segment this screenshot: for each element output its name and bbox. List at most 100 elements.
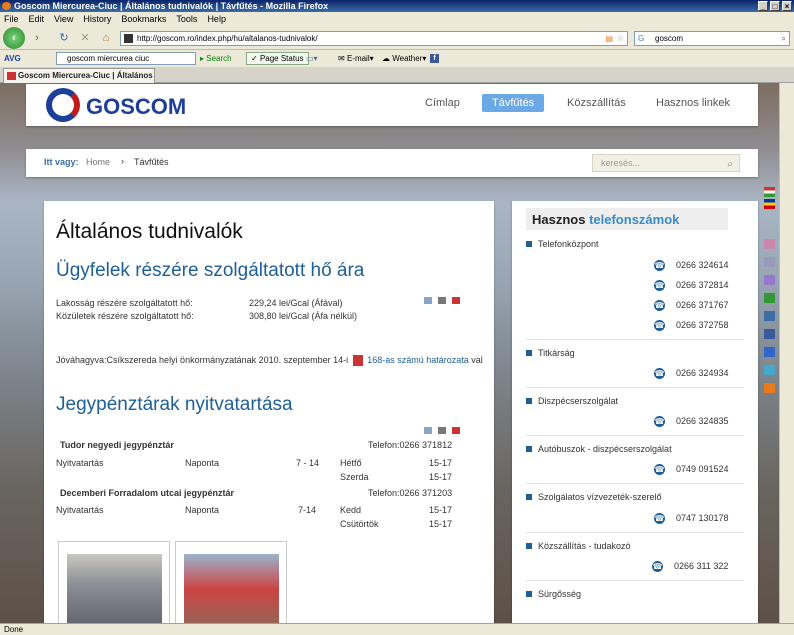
site-search-icon[interactable]: ⌕ [727,157,733,173]
print-icon[interactable] [438,297,446,304]
avg-search-input[interactable]: goscom miercurea ciuc [56,52,196,65]
flag-ro-icon[interactable] [764,199,775,209]
bullet-icon [526,591,532,597]
maximize-button[interactable]: □ [770,1,780,11]
search-icon[interactable]: ⌕ [782,32,786,45]
email-button[interactable]: ✉ E-mail▾ [338,50,374,67]
navigation-toolbar: ‹ › ↻ ✕ ⌂ http://goscom.ro/index.php/hu/… [0,26,794,50]
menu-edit[interactable]: Edit [29,12,45,26]
nav-hasznos-linkek[interactable]: Hasznos linkek [656,97,730,109]
avg-logo[interactable]: AVG [4,50,21,67]
section-cashier-title[interactable]: Jegypénztárak nyitvatartása [56,394,293,416]
phone-0-1[interactable]: 0266 372814 [676,280,729,290]
price-value-1: 229,24 lei/Gcal (Áfával) [249,298,343,308]
article-tools [424,297,460,304]
nav-tavfutes[interactable]: Távfűtés [482,94,545,112]
email-icon[interactable] [424,297,432,304]
page-status-button[interactable]: ✓ Page Status [246,52,309,65]
share-icon-4[interactable] [764,293,775,303]
forward-icon[interactable]: › [28,29,46,47]
avg-search-button[interactable]: ▸ Search [200,50,232,67]
breadcrumb-current: Távfűtés [134,157,169,167]
browser-search-input[interactable]: G goscom ⌕ [634,31,790,46]
nav-kozszallitas[interactable]: Közszállítás [567,97,626,109]
office1-day1: Hétfő [340,458,362,468]
facebook-icon[interactable]: f [430,54,439,63]
menu-bookmarks[interactable]: Bookmarks [121,12,166,26]
share-bar [762,187,778,393]
menu-help[interactable]: Help [207,12,226,26]
back-icon[interactable]: ‹ [3,27,25,49]
office2-hours: 7-14 [298,505,317,515]
section-price-title[interactable]: Ügyfelek részére szolgáltatott hő ára [56,260,364,282]
facebook-share-icon[interactable] [764,329,775,339]
avg-search-value: goscom miercurea ciuc [67,54,150,63]
sidebar-divider [526,387,744,388]
share-icon-5[interactable] [764,311,775,321]
site-search-input[interactable]: keresés... ⌕ [592,154,740,172]
pdf-icon [352,355,363,367]
phone-3-0[interactable]: 0749 091524 [676,464,729,474]
phone-4-0[interactable]: 0747 130178 [676,513,729,523]
breadcrumb-separator-icon: › [121,156,124,166]
pdf-icon[interactable] [452,427,460,434]
minimize-button[interactable]: _ [758,1,768,11]
phone-0-0[interactable]: 0266 324614 [676,260,729,270]
office2-name: Decemberi Forradalom utcai jegypénztár [60,488,235,498]
office2-col1: Nyitvatartás [56,505,104,515]
decision-link[interactable]: 168-as számú határozata [367,355,469,365]
pdf-icon[interactable] [452,297,460,304]
address-bar[interactable]: http://goscom.ro/index.php/hu/altalanos-… [120,31,628,46]
browser-search-value: goscom [655,34,684,43]
photo-thumbnail-1[interactable] [58,541,170,623]
toolbar-options-icon[interactable]: ▭▾ [306,50,318,67]
phone-5-0[interactable]: 0266 311 322 [674,561,728,571]
goscom-logo-text: GOSCOM [86,94,187,119]
menu-tools[interactable]: Tools [176,12,197,26]
breadcrumb-home[interactable]: Home [86,157,110,167]
vertical-scrollbar[interactable] [779,83,794,623]
photo-image-2 [184,554,279,623]
site-header: GOSCOM Címlap Távfűtés Közszállítás Hasz… [26,84,758,126]
google-icon: G [638,34,645,43]
stop-icon[interactable]: ✕ [76,29,94,47]
phone-0-2[interactable]: 0266 371767 [676,300,729,310]
goscom-logo[interactable]: GOSCOM [46,88,196,122]
phone-0-3[interactable]: 0266 372758 [676,320,729,330]
rss-icon[interactable]: ▤ [605,32,613,45]
group-name-5: Közszállítás - tudakozó [538,541,631,551]
phone-1-0[interactable]: 0266 324934 [676,368,729,378]
approval-note-text: Jóváhagyva:Csíkszereda helyi önkormányza… [56,355,349,365]
nav-cimlap[interactable]: Címlap [425,97,460,109]
office2-day1: Kedd [340,505,362,515]
site-search-placeholder: keresés... [601,158,641,168]
approval-note: Jóváhagyva:Csíkszereda helyi önkormányza… [56,355,483,367]
tab-goscom[interactable]: Goscom Miercurea-Ciuc | Általános t... [3,68,155,83]
share-icon-6[interactable] [764,347,775,357]
weather-button[interactable]: ☁ Weather▾ [382,50,426,67]
reload-icon[interactable]: ↻ [55,29,73,47]
email-label: E-mail [346,54,370,63]
share-icon-3[interactable] [764,275,775,285]
flag-hu-icon[interactable] [764,187,775,197]
office1-hours: 7 - 14 [296,458,320,468]
photo-thumbnail-2[interactable] [175,541,287,623]
print-icon[interactable] [438,427,446,434]
phone-2-0[interactable]: 0266 324835 [676,416,729,426]
phone-icon: ☎ [654,280,665,291]
email-icon[interactable] [424,427,432,434]
rss-share-icon[interactable] [764,383,775,393]
home-icon[interactable]: ⌂ [97,29,115,47]
menu-history[interactable]: History [83,12,111,26]
share-icon-2[interactable] [764,257,775,267]
star-icon[interactable]: ☆ [617,32,624,45]
twitter-share-icon[interactable] [764,365,775,375]
office1-h1: 15-17 [429,458,453,468]
menu-view[interactable]: View [54,12,73,26]
menu-file[interactable]: File [4,12,19,26]
share-icon-1[interactable] [764,239,775,249]
close-button[interactable]: × [782,1,792,11]
group-name-1: Titkárság [538,348,575,358]
page-viewport: GOSCOM Címlap Távfűtés Közszállítás Hasz… [0,83,794,623]
price-value-2: 308,80 lei/Gcal (Áfa nélkül) [249,311,358,321]
